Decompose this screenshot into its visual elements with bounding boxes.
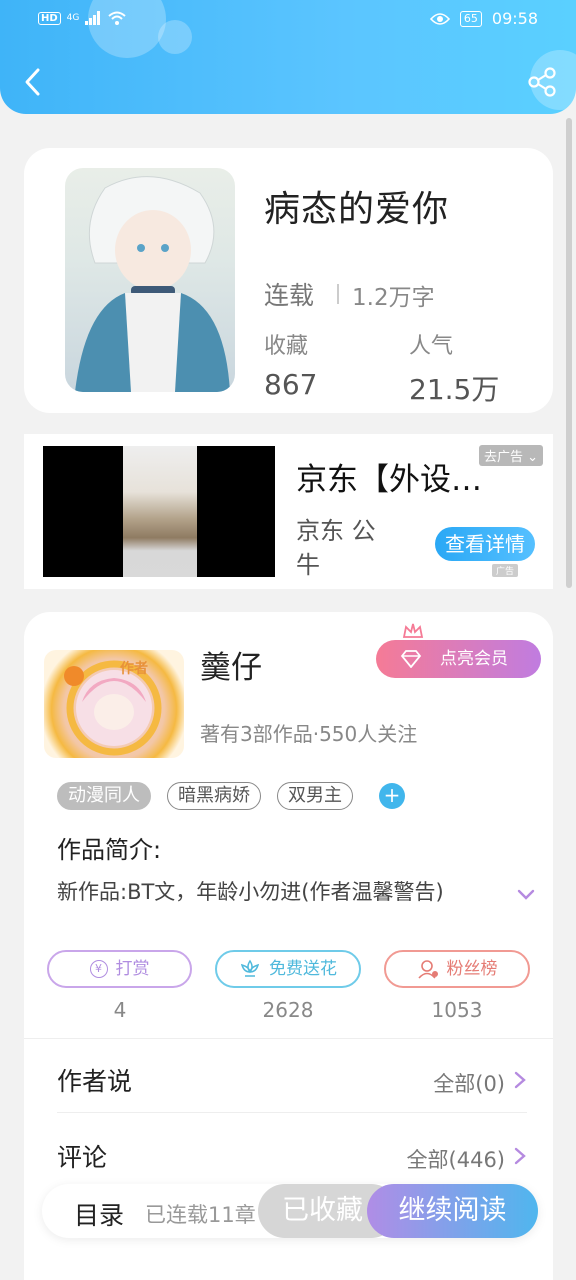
popularity-value: 21.5万 bbox=[409, 373, 500, 406]
avatar-illustration bbox=[64, 660, 162, 756]
diamond-icon bbox=[400, 650, 422, 668]
status-bar: HD 4G 65 09:58 bbox=[0, 8, 576, 34]
divider bbox=[57, 1112, 527, 1113]
chevron-down-icon[interactable] bbox=[516, 888, 536, 902]
send-flower-button[interactable]: 免费送花 bbox=[215, 950, 361, 988]
author-says-row[interactable]: 作者说 全部(0) bbox=[57, 1044, 527, 1120]
remove-ad-button[interactable]: 去广告 ⌄ bbox=[479, 445, 544, 466]
vip-button[interactable]: 点亮会员 bbox=[376, 640, 541, 678]
ad-image[interactable] bbox=[43, 446, 275, 577]
author-meta: 著有3部作品·550人关注 bbox=[200, 722, 418, 746]
yen-icon: ¥ bbox=[89, 960, 108, 978]
fan-rank-button[interactable]: 粉丝榜 bbox=[384, 950, 530, 988]
ad-subtitle: 京东 公牛 bbox=[296, 517, 376, 579]
author-avatar[interactable]: 作者 bbox=[44, 650, 184, 758]
flower-count: 2628 bbox=[262, 998, 314, 1022]
top-header: HD 4G 65 09:58 bbox=[0, 0, 576, 114]
comments-link[interactable]: 全部(446) bbox=[407, 1144, 505, 1174]
favorites-label: 收藏 bbox=[264, 334, 309, 359]
wifi-icon bbox=[108, 11, 127, 25]
fan-rank-label: 粉丝榜 bbox=[446, 959, 498, 979]
continue-reading-button[interactable]: 继续阅读 bbox=[367, 1184, 538, 1238]
book-title: 病态的爱你 bbox=[264, 189, 450, 230]
author-card: 作者 羹仔 著有3部作品·550人关注 点亮会员 动漫同人 暗黑病娇 双男主 +… bbox=[24, 612, 553, 1280]
author-badge: 作者 bbox=[120, 661, 148, 677]
eye-icon bbox=[429, 12, 450, 25]
popularity-label: 人气 bbox=[409, 334, 454, 359]
author-name[interactable]: 羹仔 bbox=[200, 642, 262, 687]
chapter-count: 已连载11章 bbox=[145, 1203, 256, 1227]
send-flower-label: 免费送花 bbox=[269, 959, 337, 979]
tag[interactable]: 双男主 bbox=[277, 782, 353, 810]
add-tag-icon[interactable]: + bbox=[379, 783, 405, 809]
back-icon[interactable] bbox=[18, 64, 48, 100]
divider bbox=[337, 284, 339, 304]
share-icon[interactable] bbox=[526, 66, 558, 98]
signal-icon bbox=[85, 11, 101, 25]
chevron-right-icon bbox=[514, 1147, 526, 1165]
author-says-link[interactable]: 全部(0) bbox=[433, 1068, 505, 1098]
ad-product-image bbox=[123, 446, 197, 577]
view-detail-button[interactable]: 查看详情 bbox=[435, 527, 535, 561]
ad-mark: 广告 bbox=[492, 564, 519, 577]
scrollbar[interactable] bbox=[566, 118, 572, 588]
tag[interactable]: 动漫同人 bbox=[57, 782, 151, 810]
book-cover-image[interactable] bbox=[65, 168, 235, 392]
tag[interactable]: 暗黑病娇 bbox=[167, 782, 261, 810]
cover-illustration bbox=[75, 176, 230, 392]
favorites-value: 867 bbox=[264, 368, 318, 401]
book-info-card: 病态的爱你 连载 1.2万字 收藏 867 人气 21.5万 bbox=[24, 148, 553, 413]
battery-indicator: 65 bbox=[459, 10, 482, 27]
signal-label: 4G bbox=[66, 13, 80, 23]
reward-count: 4 bbox=[113, 998, 127, 1022]
remove-ad-label: 去广告 bbox=[484, 450, 524, 465]
ad-banner[interactable]: 京东【外设… 京东 公牛 去广告 ⌄ 查看详情 广告 bbox=[24, 434, 553, 589]
flower-icon bbox=[240, 959, 260, 977]
clock: 09:58 bbox=[491, 9, 538, 28]
bottom-action-bar: 目录 已连载11章 已收藏 继续阅读 bbox=[42, 1184, 538, 1238]
word-count: 1.2万字 bbox=[352, 285, 435, 311]
hd-badge: HD bbox=[38, 11, 61, 25]
intro-heading: 作品简介: bbox=[57, 836, 162, 864]
vip-label: 点亮会员 bbox=[440, 649, 508, 669]
tag-list: 动漫同人 暗黑病娇 双男主 + bbox=[57, 782, 405, 810]
fan-count: 1053 bbox=[431, 998, 483, 1022]
table-of-contents-button[interactable]: 目录 bbox=[74, 1196, 124, 1232]
comments-label: 评论 bbox=[57, 1143, 108, 1172]
book-status: 连载 bbox=[264, 281, 315, 310]
author-says-label: 作者说 bbox=[57, 1067, 133, 1096]
user-icon bbox=[417, 960, 438, 979]
chevron-right-icon bbox=[514, 1071, 526, 1089]
intro-text: 新作品:BT文，年龄小勿进(作者温馨警告) bbox=[57, 880, 444, 904]
crown-icon bbox=[402, 623, 424, 638]
divider bbox=[24, 1038, 553, 1039]
reward-button[interactable]: ¥ 打赏 bbox=[47, 950, 192, 988]
chevron-down-icon: ⌄ bbox=[527, 450, 539, 465]
reward-label: 打赏 bbox=[115, 959, 150, 979]
